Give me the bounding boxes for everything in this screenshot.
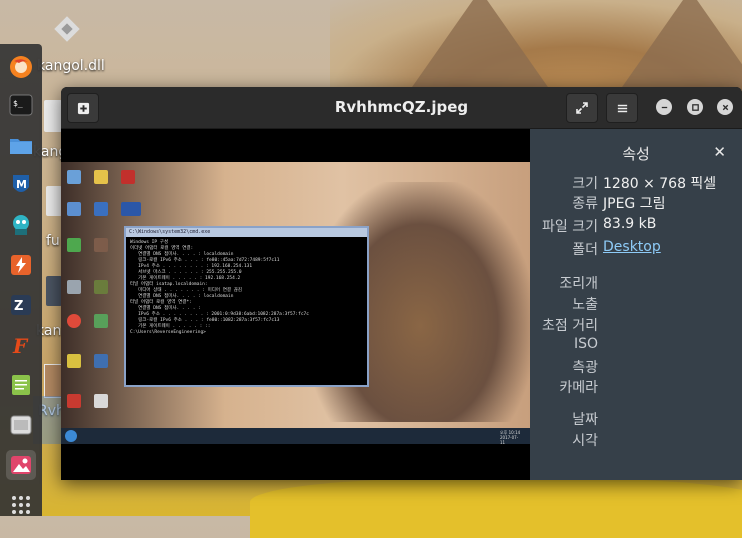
image-taskbar: 오후 10:14 2017-07-11	[61, 428, 530, 444]
close-icon: ✕	[713, 143, 726, 161]
image-mini-icon	[94, 314, 108, 328]
properties-heading: 속성	[622, 145, 650, 163]
faraday-icon[interactable]: F	[6, 330, 36, 360]
image-mini-icon	[94, 202, 108, 216]
property-value: 83.9 kB	[603, 216, 657, 232]
property-row: 날짜	[530, 409, 742, 431]
terminal-icon[interactable]: $_	[6, 90, 36, 120]
cmd-line: C:\Users\ReverseEngineering>	[130, 330, 206, 335]
property-row: 조리개	[530, 273, 742, 295]
minimize-icon	[661, 106, 667, 108]
image-mini-icon	[67, 394, 81, 408]
image-mini-icon	[67, 170, 81, 184]
minimize-button[interactable]	[656, 99, 672, 115]
desktop-file-icon[interactable]	[46, 186, 62, 216]
property-label: 날짜	[572, 412, 598, 428]
svg-text:Z: Z	[14, 299, 23, 314]
image-cmd-title: C:\Windows\system32\cmd.exe	[126, 228, 367, 237]
property-row: 카메라	[530, 377, 742, 399]
close-button[interactable]	[717, 99, 733, 115]
image-mini-icon	[67, 314, 81, 328]
image-mini-icon	[67, 238, 81, 252]
wallpaper-cat-ear-left	[410, 0, 550, 90]
keyboard-icon[interactable]	[6, 410, 36, 440]
property-row: ISO	[530, 336, 742, 358]
wallpaper-cat-ear-right	[620, 0, 742, 90]
property-label: 크기	[572, 176, 598, 192]
image-viewer-icon[interactable]	[6, 450, 36, 480]
burpsuite-icon[interactable]	[6, 250, 36, 280]
maximize-button[interactable]	[687, 99, 703, 115]
image-mini-icon	[67, 202, 81, 216]
metasploit-icon[interactable]: M	[6, 170, 36, 200]
property-row: 시각	[530, 430, 742, 452]
image-start-orb	[65, 430, 77, 442]
menu-button[interactable]	[606, 93, 638, 123]
property-row: 폴더 Desktop	[530, 239, 742, 261]
property-row: 파일 크기 83.9 kB	[530, 216, 742, 238]
hamburger-icon	[617, 104, 627, 112]
property-label: 시각	[572, 433, 598, 449]
expand-icon	[576, 102, 588, 114]
image-mini-icon	[121, 170, 135, 184]
image-mini-icon	[67, 280, 81, 294]
image-viewer-window: RvhhmcQZ.jpeg C:\Windows\system32\cmd.ex…	[61, 87, 742, 480]
property-row: 노출	[530, 294, 742, 316]
property-value: JPEG 그림	[603, 196, 666, 212]
beef-icon[interactable]: Z	[6, 290, 36, 320]
image-cmd-output: Windows IP 구성 이더넷 어댑터 로컬 영역 연결: 연결별 DNS 접…	[126, 237, 367, 339]
property-label: ISO	[573, 336, 598, 352]
image-mini-icon	[94, 354, 108, 368]
close-icon	[722, 104, 728, 110]
property-label: 측광	[572, 360, 598, 376]
desktop-file-icon[interactable]	[44, 100, 62, 132]
desktop-diamond-icon[interactable]	[50, 12, 84, 46]
image-canvas[interactable]: C:\Windows\system32\cmd.exe Windows IP 구…	[61, 129, 530, 480]
wallpaper-bowl	[250, 478, 742, 538]
properties-close-button[interactable]: ✕	[713, 143, 726, 161]
property-label: 종류	[572, 196, 598, 212]
image-clock: 오후 10:14 2017-07-11	[500, 430, 521, 444]
files-icon[interactable]	[6, 130, 36, 160]
property-value: 1280 × 768 픽셀	[603, 176, 717, 192]
maximize-icon	[691, 103, 699, 111]
image-mini-icon	[94, 280, 108, 294]
image-mini-icon	[94, 238, 108, 252]
property-row: 크기 1280 × 768 픽셀	[530, 173, 742, 195]
property-label: 카메라	[559, 380, 598, 396]
desktop-icon-label[interactable]: fu	[46, 233, 60, 249]
property-label: 폴더	[572, 242, 598, 258]
fullscreen-button[interactable]	[566, 93, 598, 123]
property-label: 조리개	[559, 276, 598, 292]
property-row: 종류 JPEG 그림	[530, 193, 742, 215]
image-mini-icon	[94, 394, 108, 408]
firefox-icon[interactable]	[6, 52, 36, 82]
image-mini-icon	[121, 202, 141, 216]
property-label: 노출	[572, 297, 598, 313]
svg-text:F: F	[12, 334, 29, 357]
svg-text:$_: $_	[13, 99, 23, 108]
notes-icon[interactable]	[6, 370, 36, 400]
titlebar: RvhhmcQZ.jpeg	[61, 87, 742, 129]
image-mini-icon	[94, 170, 108, 184]
armitage-icon[interactable]	[6, 210, 36, 240]
property-label: 초점 거리	[542, 318, 598, 334]
svg-text:M: M	[16, 178, 27, 191]
properties-sidebar: 속성 ✕ 크기 1280 × 768 픽셀종류 JPEG 그림파일 크기 83.9 k…	[530, 129, 742, 480]
image-mini-icon	[67, 354, 81, 368]
dock: $_ M Z F	[0, 44, 42, 516]
desktop-file-icon[interactable]	[46, 276, 62, 306]
folder-link[interactable]: Desktop	[603, 239, 661, 255]
displayed-screenshot-image: C:\Windows\system32\cmd.exe Windows IP 구…	[61, 162, 530, 444]
desktop-icon-label[interactable]: kangol.dll	[37, 58, 105, 74]
window-title: RvhhmcQZ.jpeg	[334, 98, 469, 116]
property-row: 측광	[530, 357, 742, 379]
image-cmd-window: C:\Windows\system32\cmd.exe Windows IP 구…	[124, 226, 369, 387]
property-label: 파일 크기	[542, 219, 598, 235]
property-row: 초점 거리	[530, 315, 742, 337]
